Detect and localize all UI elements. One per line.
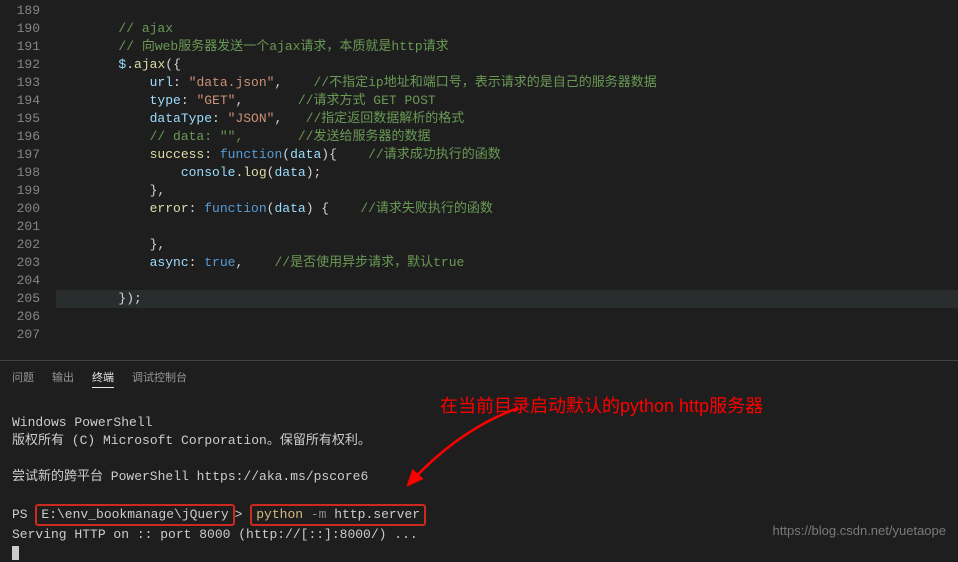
code-line[interactable]: url: "data.json", //不指定ip地址和端口号，表示请求的是自己… <box>56 74 958 92</box>
line-number: 205 <box>0 290 40 308</box>
line-number: 201 <box>0 218 40 236</box>
line-number: 190 <box>0 20 40 38</box>
cmd-python: python <box>256 507 311 522</box>
line-number: 207 <box>0 326 40 344</box>
code-editor[interactable]: 1891901911921931941951961971981992002012… <box>0 0 958 360</box>
line-number: 196 <box>0 128 40 146</box>
line-number: 200 <box>0 200 40 218</box>
code-line[interactable] <box>56 308 958 326</box>
watermark: https://blog.csdn.net/yuetaope <box>773 523 946 538</box>
code-content[interactable]: // ajax // 向web服务器发送一个ajax请求，本质就是http请求 … <box>56 0 958 360</box>
line-number: 193 <box>0 74 40 92</box>
code-line[interactable] <box>56 326 958 344</box>
line-number: 202 <box>0 236 40 254</box>
code-line[interactable]: // data: "", //发送给服务器的数据 <box>56 128 958 146</box>
prompt-path: E:\env_bookmanage\jQuery <box>41 507 228 522</box>
ps-crossplat: 尝试新的跨平台 PowerShell https://aka.ms/pscore… <box>12 469 368 484</box>
line-number: 192 <box>0 56 40 74</box>
highlight-box-command: python -m http.server <box>250 504 426 526</box>
code-line[interactable]: }, <box>56 236 958 254</box>
cmd-flag: -m <box>311 507 334 522</box>
bottom-panel: 问题 输出 终端 调试控制台 Windows PowerShell 版权所有 (… <box>0 360 958 548</box>
tab-problems[interactable]: 问题 <box>12 367 34 388</box>
line-number: 206 <box>0 308 40 326</box>
serving-line: Serving HTTP on :: port 8000 (http://[::… <box>12 527 418 542</box>
code-line[interactable]: $.ajax({ <box>56 56 958 74</box>
prompt-ps: PS <box>12 507 35 522</box>
ps-banner: Windows PowerShell <box>12 415 152 430</box>
line-number: 191 <box>0 38 40 56</box>
code-line[interactable]: type: "GET", //请求方式 GET POST <box>56 92 958 110</box>
tab-debug-console[interactable]: 调试控制台 <box>132 367 187 388</box>
code-line[interactable]: // 向web服务器发送一个ajax请求，本质就是http请求 <box>56 38 958 56</box>
code-line[interactable]: dataType: "JSON", //指定返回数据解析的格式 <box>56 110 958 128</box>
ps-copyright: 版权所有 (C) Microsoft Corporation。保留所有权利。 <box>12 433 371 448</box>
line-number: 204 <box>0 272 40 290</box>
code-line[interactable]: error: function(data) { //请求失败执行的函数 <box>56 200 958 218</box>
highlight-box-path: E:\env_bookmanage\jQuery <box>35 504 234 526</box>
code-line[interactable]: console.log(data); <box>56 164 958 182</box>
cmd-module: http.server <box>334 507 420 522</box>
prompt-gt: > <box>235 507 251 522</box>
line-number: 189 <box>0 2 40 20</box>
code-line[interactable]: // ajax <box>56 20 958 38</box>
line-number: 197 <box>0 146 40 164</box>
code-line[interactable] <box>56 272 958 290</box>
code-line[interactable]: success: function(data){ //请求成功执行的函数 <box>56 146 958 164</box>
annotation-text: 在当前目录启动默认的python http服务器 <box>440 392 763 418</box>
line-number: 198 <box>0 164 40 182</box>
tab-terminal[interactable]: 终端 <box>92 367 114 388</box>
tab-output[interactable]: 输出 <box>52 367 74 388</box>
code-line[interactable]: }); <box>56 290 958 308</box>
line-number-gutter: 1891901911921931941951961971981992002012… <box>0 0 56 360</box>
line-number: 195 <box>0 110 40 128</box>
code-line[interactable] <box>56 218 958 236</box>
code-line[interactable] <box>56 2 958 20</box>
panel-tabs: 问题 输出 终端 调试控制台 <box>12 361 946 396</box>
code-line[interactable]: }, <box>56 182 958 200</box>
line-number: 194 <box>0 92 40 110</box>
line-number: 199 <box>0 182 40 200</box>
code-line[interactable]: async: true, //是否使用异步请求，默认true <box>56 254 958 272</box>
line-number: 203 <box>0 254 40 272</box>
